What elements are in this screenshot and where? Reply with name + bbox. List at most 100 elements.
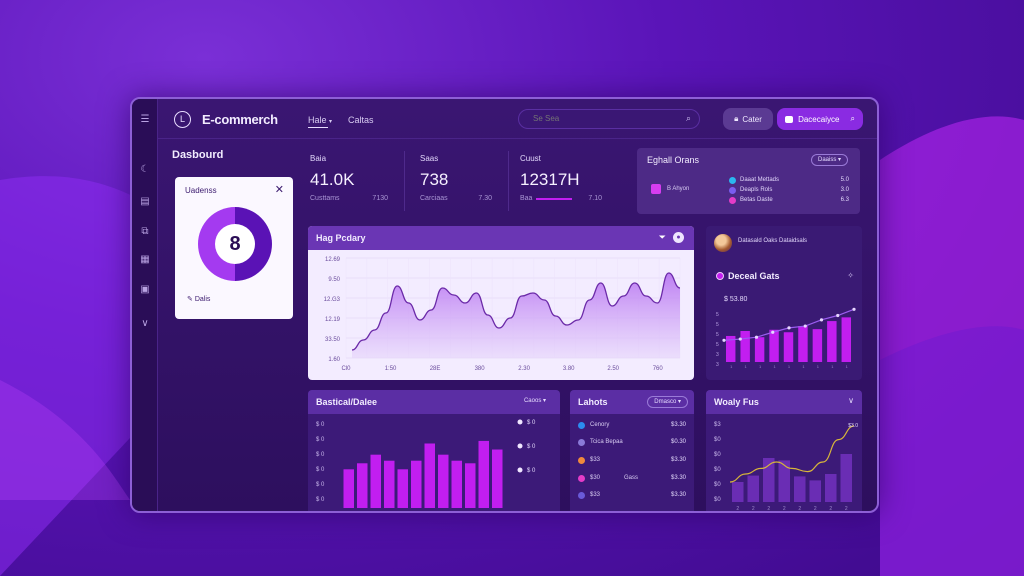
trend-point [738, 337, 742, 341]
avatar[interactable] [714, 234, 732, 252]
cater-button[interactable]: 🔒︎ Cater [723, 108, 773, 130]
bar [370, 454, 381, 508]
event-value: 6.3 [840, 197, 849, 203]
file-icon[interactable]: ▣ [138, 283, 152, 297]
bar [769, 329, 779, 362]
search-icon: ⌕ [850, 114, 855, 123]
donut-center-value: 8 [215, 224, 255, 264]
document-icon[interactable]: ▤ [138, 195, 152, 209]
events-card: Eghall Orans Daaiss ▾ B Ahyon Daaat Mett… [637, 148, 860, 214]
nav-label: Hale [308, 115, 327, 125]
settings-icon[interactable]: ● [673, 232, 684, 243]
woaly-combo-chart: $3 $0 $0 $0 $0 $0 2 2 2 2 2 2 2 2 $3.0 [714, 422, 858, 512]
main-chart-panel: Hag Pcdary ⏷ ● 12.69 9.50 12.G3 12.19 33.50 1… [308, 226, 694, 380]
list-item[interactable]: $30 Gass $3.30 [578, 474, 686, 484]
bar [384, 460, 395, 508]
list-item[interactable]: Cenory $3.30 [578, 421, 686, 431]
nav-item-caltas[interactable]: Caltas [348, 115, 374, 125]
bastical-panel: Bastical/Dalee Caoos ▾ $ 0 $ 0 $ 0 $ 0 $ 0 $ … [308, 390, 560, 511]
stat-card-saas: Saas 738 Carciaas 7.30 [414, 147, 504, 215]
x-tick-label: 3.80 [563, 366, 575, 372]
row-value: $3.30 [670, 422, 686, 428]
close-icon[interactable]: ✕ [275, 183, 284, 196]
search-bar[interactable]: ⌕ [518, 109, 700, 129]
layers-icon[interactable]: ⧉ [138, 225, 152, 239]
x-tick-label: 1 [788, 364, 791, 369]
dot-icon [729, 187, 736, 194]
event-row: Daaat Mettads 5.0 [729, 176, 853, 186]
stat-card-baia: Baia 41.0K Custtams 7130 [304, 147, 400, 215]
x-tick-label: 2 [798, 506, 801, 512]
stat-sub: Baa [520, 195, 533, 202]
users-donut-chart: 8 [198, 207, 272, 281]
y-tick-label: $0 [714, 482, 721, 488]
x-tick-label: 2 [767, 506, 770, 512]
row-label: $30 [590, 475, 601, 481]
list-item[interactable]: $33 $3.30 [578, 456, 686, 466]
y-tick-label: $ 0 [316, 452, 325, 458]
x-tick-label: 380 [475, 366, 486, 372]
bastical-filter-chip[interactable]: Caoos ▾ [518, 396, 552, 408]
users-card-footer[interactable]: ✎ Dalis [187, 295, 210, 303]
x-tick-label: 28E [430, 366, 441, 372]
events-filter-chip[interactable]: Daaiss ▾ [811, 154, 849, 166]
chip-label: Caoos [523, 398, 542, 404]
dot-icon [729, 197, 736, 204]
legend-label: $ 0 [527, 420, 536, 426]
users-card: Uadenss ✕ 8 ✎ Dalis [175, 177, 293, 319]
topbar: L E-commerch Hale ▾ Caltas ⌕ 🔒︎ Cater Da… [158, 99, 877, 139]
bar [357, 463, 368, 508]
x-tick-label: 2.30 [518, 366, 530, 372]
x-tick-label: 2 [736, 506, 739, 512]
coin-icon [578, 475, 585, 482]
legend-label: $ 0 [527, 444, 536, 450]
cater-label: Cater [742, 114, 762, 124]
y-tick-label: 5 [716, 342, 719, 348]
x-tick-label: 1 [773, 364, 776, 369]
bar [411, 460, 422, 508]
legend-icon [517, 443, 523, 449]
deceal-panel: Datasald Oaks Dataidsals Deceal Gats ✧ $… [706, 226, 862, 380]
deceal-bar-chart: 5 5 5 5 3 3 1 1 1 1 1 1 1 1 1 [716, 307, 856, 369]
chip-label: Dmasco [654, 399, 677, 405]
stat-card-cuust: Cuust 12317H Baa 7.10 [514, 147, 614, 215]
bar [343, 469, 354, 508]
sparkle-icon[interactable]: ✧ [847, 271, 854, 280]
bar [825, 474, 837, 502]
bar [798, 326, 808, 362]
user-label: B Ahyon [667, 186, 690, 192]
y-tick-label: $ 0 [316, 437, 325, 443]
search-icon[interactable]: ⌕ [686, 113, 691, 124]
list-item[interactable]: $33 $3.30 [578, 491, 686, 501]
bar [424, 443, 435, 508]
caret-down-icon: ▾ [329, 119, 333, 125]
filter-icon[interactable]: ⏷ [659, 232, 666, 243]
bar [794, 476, 806, 502]
grid-icon[interactable]: ▦ [138, 253, 152, 267]
y-tick-label: $ 0 [316, 422, 325, 428]
x-tick-label: 2.50 [607, 366, 619, 372]
stat-label: Baia [310, 154, 327, 163]
bar [809, 480, 821, 502]
dacecaiyce-label: Dacecaiyce [798, 114, 840, 124]
dacecaiyce-button[interactable]: Dacecaiyce ⌕ [777, 108, 863, 130]
y-tick-label: 3 [716, 352, 719, 358]
nav-item-hale[interactable]: Hale ▾ [308, 115, 332, 125]
list-item[interactable]: Tcica Bepaa $0.30 [578, 438, 686, 448]
chevron-down-icon[interactable]: ∨ [138, 317, 152, 331]
trend-point [787, 326, 791, 330]
chip-label: Daaiss [818, 157, 837, 163]
search-input[interactable] [533, 114, 673, 123]
row-mid: Gass [624, 475, 639, 481]
stat-progress-bar [536, 198, 572, 200]
app-window: ☰ ☾ ▤ ⧉ ▦ ▣ ∨ L E-commerch Hale ▾ Caltas… [130, 97, 879, 513]
bar [812, 329, 823, 362]
chevron-down-icon[interactable]: ∨ [848, 396, 854, 405]
chevron-down-icon: ▾ [542, 398, 546, 404]
lahots-filter-chip[interactable]: Dmasco ▾ [647, 396, 688, 408]
moon-icon[interactable]: ☾ [138, 163, 152, 177]
menu-icon[interactable]: ☰ [138, 113, 152, 127]
y-tick-label: 5 [716, 322, 719, 328]
trend-point [722, 338, 726, 342]
lahots-header: Lahots Dmasco ▾ [570, 390, 694, 414]
